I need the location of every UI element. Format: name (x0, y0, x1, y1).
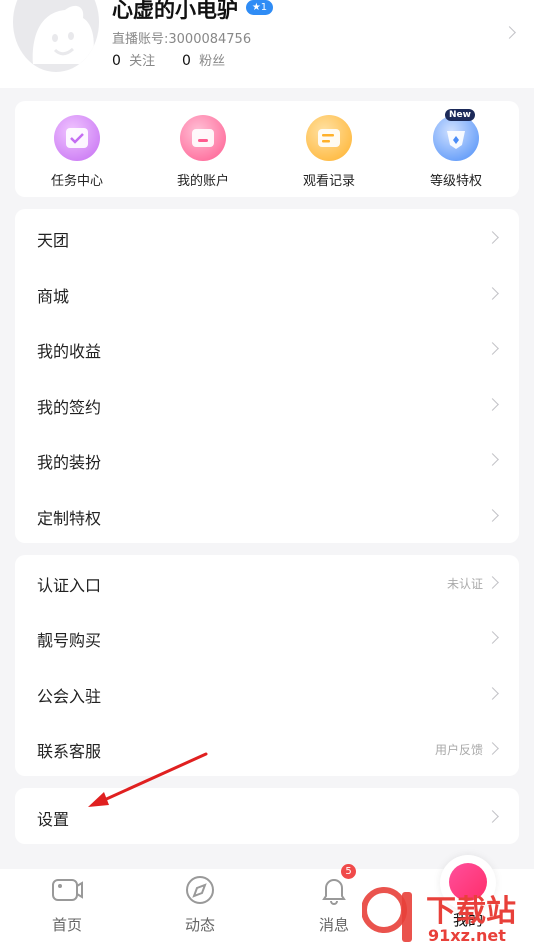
menu-item-label: 公会入驻 (37, 687, 102, 706)
feedback-hint: 用户反馈 (434, 743, 483, 757)
menu-item-label: 天团 (37, 231, 70, 250)
settings-label: 设置 (37, 810, 70, 829)
shortcut-label: 任务中心 (50, 174, 103, 189)
wallet-icon (180, 115, 226, 161)
watermark-title: 下载站 (426, 894, 516, 929)
chevron-right-icon (486, 687, 499, 700)
chevron-right-icon (486, 576, 499, 589)
menu-item-label: 我的装扮 (37, 453, 102, 472)
menu-group-2: 认证入口 未认证 靓号购买 公会入驻 联系客服 用户反馈 (15, 555, 519, 776)
tab-feed[interactable]: 动态 (155, 869, 245, 935)
message-badge: 5 (341, 864, 356, 879)
menu-item-customer-service[interactable]: 联系客服 用户反馈 (15, 721, 519, 776)
chevron-right-icon (486, 810, 499, 823)
chevron-right-icon (503, 26, 516, 39)
chevron-right-icon (486, 231, 499, 244)
shortcut-label: 我的账户 (176, 174, 229, 189)
menu-item-contract[interactable]: 我的签约 (15, 377, 519, 432)
new-tag: New (445, 109, 475, 121)
menu-item-label: 我的收益 (37, 342, 102, 361)
menu-item-label: 商城 (37, 287, 70, 306)
tab-home[interactable]: 首页 (22, 869, 112, 935)
following-label: 关注 (129, 54, 156, 69)
history-icon (306, 115, 352, 161)
video-camera-icon (52, 879, 83, 901)
compass-icon (186, 876, 214, 904)
chevron-right-icon (486, 742, 499, 755)
chevron-right-icon (486, 453, 499, 466)
chevron-right-icon (486, 509, 499, 522)
fans-stat[interactable]: 0 粉丝 (182, 50, 225, 69)
chevron-right-icon (486, 631, 499, 644)
fans-label: 粉丝 (199, 54, 226, 69)
menu-item-premium-number[interactable]: 靓号购买 (15, 610, 519, 665)
shortcut-label: 等级特权 (429, 174, 482, 189)
chevron-right-icon (486, 287, 499, 300)
shortcut-level-privilege[interactable]: New 等级特权 (406, 109, 506, 189)
chevron-right-icon (486, 398, 499, 411)
tab-label: 动态 (184, 916, 215, 934)
account-id: 直播账号:3000084756 (112, 32, 252, 47)
menu-item-earnings[interactable]: 我的收益 (15, 321, 519, 376)
menu-item-settings[interactable]: 设置 (15, 789, 519, 844)
following-count: 0 (112, 53, 121, 69)
shortcut-my-account[interactable]: 我的账户 (153, 115, 253, 189)
shortcut-task-center[interactable]: 任务中心 (27, 115, 127, 189)
verification-status: 未认证 (446, 577, 483, 591)
privilege-icon: New (433, 109, 479, 161)
menu-item-mall[interactable]: 商城 (15, 266, 519, 321)
menu-item-label: 靓号购买 (37, 631, 102, 650)
settings-card: 设置 (15, 788, 519, 844)
watermark-url: 91xz.net (428, 926, 506, 945)
task-center-icon (54, 115, 100, 161)
menu-item-guild-join[interactable]: 公会入驻 (15, 666, 519, 721)
shortcut-label: 观看记录 (302, 174, 355, 189)
site-watermark: 下载站 91xz.net (361, 880, 534, 950)
menu-item-label: 定制特权 (37, 509, 102, 528)
fans-count: 0 (182, 53, 191, 69)
shortcuts-card: 任务中心 我的账户 观看记录 New 等级特权 (15, 101, 519, 197)
tab-label: 首页 (51, 916, 82, 934)
menu-item-label: 我的签约 (37, 398, 102, 417)
menu-item-dressup[interactable]: 我的装扮 (15, 432, 519, 487)
shortcut-watch-history[interactable]: 观看记录 (279, 115, 379, 189)
profile-header[interactable]: 心虚的小电驴 ★1 直播账号:3000084756 0 关注 0 粉丝 (0, 0, 534, 88)
menu-item-verification[interactable]: 认证入口 未认证 (15, 555, 519, 610)
menu-group-1: 天团 商城 我的收益 我的签约 我的装扮 定制特权 (15, 209, 519, 543)
menu-item-label: 认证入口 (37, 576, 102, 595)
menu-item-tiantuan[interactable]: 天团 (15, 210, 519, 265)
menu-item-label: 联系客服 (37, 742, 102, 761)
chevron-right-icon (486, 342, 499, 355)
level-badge: ★1 (246, 0, 273, 15)
following-stat[interactable]: 0 关注 (112, 50, 155, 69)
username: 心虚的小电驴 (112, 0, 238, 22)
menu-item-custom-privilege[interactable]: 定制特权 (15, 488, 519, 543)
user-avatar[interactable] (13, 0, 99, 72)
